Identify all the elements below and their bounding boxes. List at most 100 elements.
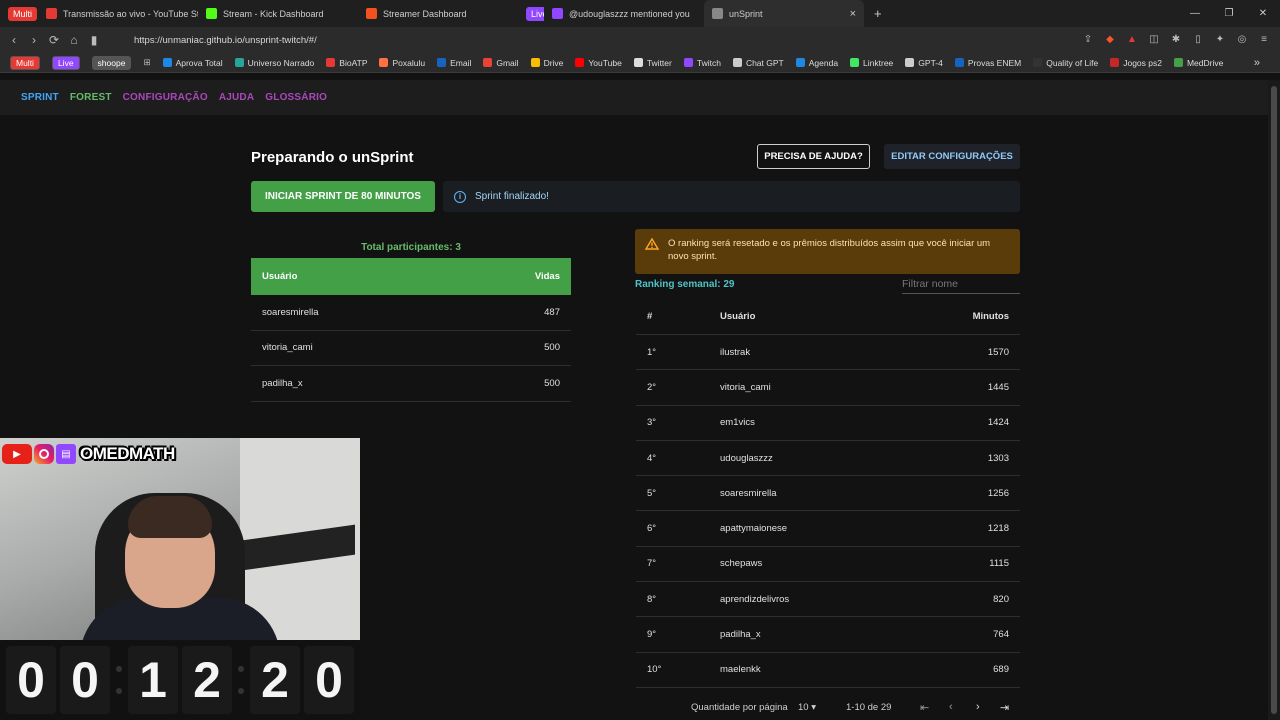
sidebar-icon[interactable]: ▯ [1190, 31, 1206, 47]
bookmark-label: Gmail [496, 57, 519, 68]
header-user[interactable]: Usuário [720, 311, 929, 322]
browser-tab-3[interactable]: Streamer Dashboard [358, 0, 518, 27]
bookmark-19[interactable]: Jogos ps2 [1104, 53, 1168, 73]
help-button[interactable]: PRECISA DE AJUDA? [757, 144, 870, 169]
minimize-icon[interactable]: — [1178, 8, 1212, 19]
brave-shield-icon[interactable]: ◆ [1102, 31, 1118, 47]
page-scrollbar[interactable] [1268, 80, 1280, 720]
bookmark-label: Email [450, 57, 472, 68]
bookmark-13[interactable]: Chat GPT [727, 53, 790, 73]
share-icon[interactable]: ⇪ [1080, 31, 1096, 47]
rank-minutes: 820 [993, 593, 1009, 605]
bookmark-label: shoope [91, 55, 132, 70]
bookmark-6[interactable]: Poxalulu [373, 53, 431, 73]
bookmark-20[interactable]: MedDrive [1168, 53, 1229, 73]
rewards-icon[interactable]: ▲ [1124, 31, 1140, 47]
participant-lives: 500 [544, 377, 560, 389]
bookmark-12[interactable]: Twitch [678, 53, 727, 73]
table-row: 9° padilha_x 764 [636, 617, 1020, 653]
bookmark-1[interactable]: Live [46, 53, 86, 73]
bookmark-18[interactable]: Quality of Life [1027, 53, 1104, 73]
browser-tab-2[interactable]: Stream - Kick Dashboard [198, 0, 358, 27]
browser-tab-1[interactable]: Transmissão ao vivo - YouTube Studio [38, 0, 198, 27]
bookmark-label: Twitch [696, 57, 721, 68]
warning-message: O ranking será resetado e os prêmios dis… [668, 238, 991, 262]
browser-tab-0[interactable]: Multi [0, 0, 38, 27]
bookmark-16[interactable]: GPT-4 [899, 53, 949, 73]
bookmark-favicon-icon [234, 58, 244, 67]
rows-per-page-select[interactable]: 10 ▾ [798, 702, 816, 713]
browser-tab-6[interactable]: unSprint × [704, 0, 864, 27]
home-icon[interactable]: ⌂ [64, 33, 84, 47]
timer-digit: 2 [182, 646, 232, 714]
bookmark-label: Jogos ps2 [1123, 57, 1162, 68]
bookmark-5[interactable]: BioATP [320, 53, 373, 73]
rank-position: 3° [647, 417, 657, 429]
menu-icon[interactable]: ≡ [1256, 31, 1272, 47]
first-page-icon[interactable]: ⇤ [920, 701, 929, 714]
bookmark-9[interactable]: Drive [525, 53, 570, 73]
prev-page-icon[interactable]: ‹ [949, 701, 953, 713]
bookmark-favicon-icon [1173, 58, 1183, 67]
nav-sprint[interactable]: SPRINT [21, 92, 59, 103]
back-icon[interactable]: ‹ [4, 33, 24, 47]
table-row: 4° udouglaszzz 1303 [636, 441, 1020, 477]
bookmark-7[interactable]: Email [431, 53, 477, 73]
url-field[interactable]: https://unmaniac.github.io/unsprint-twit… [114, 31, 1024, 49]
bookmark-label: Live [51, 55, 80, 70]
bookmark-label: GPT-4 [918, 57, 943, 68]
bookmark-label: Twitter [646, 57, 672, 68]
ranking-table: # Usuário Minutos 1° ilustrak 1570 2° vitori… [636, 298, 1020, 688]
bookmark-3[interactable]: Aprova Total [157, 53, 229, 73]
rank-user: udouglaszzz [720, 452, 773, 464]
new-tab-icon[interactable]: + [874, 6, 882, 21]
rank-user: maelenkk [720, 664, 761, 676]
close-window-icon[interactable]: ✕ [1246, 8, 1280, 19]
browser-tab-5[interactable]: @udouglaszzz mentioned you [544, 0, 704, 27]
nav-ajuda[interactable]: AJUDA [219, 92, 254, 103]
browser-tab-4[interactable]: Live [518, 0, 544, 27]
bookmark-favicon-icon [683, 58, 693, 67]
wallet-icon[interactable]: ◫ [1146, 31, 1162, 47]
bookmark-favicon-icon [483, 58, 493, 67]
bookmark-15[interactable]: Linktree [844, 53, 899, 73]
bookmark-14[interactable]: Agenda [790, 53, 844, 73]
bookmark-11[interactable]: Twitter [628, 53, 678, 73]
twitch-icon: ▤ [56, 444, 76, 464]
extensions-icon[interactable]: ✱ [1168, 31, 1184, 47]
edit-settings-button[interactable]: EDITAR CONFIGURAÇÕES [884, 144, 1020, 169]
warning-alert: O ranking será resetado e os prêmios dis… [635, 229, 1020, 274]
last-page-icon[interactable]: ⇥ [1000, 701, 1009, 714]
tab-group-label[interactable]: Multi [8, 6, 38, 21]
header-minutes[interactable]: Minutos [929, 311, 1009, 322]
rank-position: 5° [647, 487, 657, 499]
close-tab-icon[interactable]: × [850, 8, 856, 20]
bookmark-2[interactable]: shoope [86, 53, 138, 73]
bookmark-0[interactable]: Multi [4, 53, 46, 73]
apps-grid-icon[interactable]: ⊞ [137, 57, 156, 68]
vpn-icon[interactable]: ◎ [1234, 31, 1250, 47]
total-participants: Total participantes: 3 [361, 242, 461, 253]
table-row: 2° vitoria_cami 1445 [636, 370, 1020, 406]
rank-minutes: 1115 [989, 558, 1009, 570]
next-page-icon[interactable]: › [976, 701, 980, 713]
filter-name-input[interactable]: Filtrar nome [902, 276, 1020, 294]
bookmark-4[interactable]: Universo Narrado [229, 53, 321, 73]
forward-icon[interactable]: › [24, 33, 44, 47]
maximize-icon[interactable]: ❐ [1212, 8, 1246, 19]
nav-glossario[interactable]: GLOSSÁRIO [265, 92, 327, 103]
bookmark-icon[interactable]: ▮ [84, 33, 104, 47]
ranking-header: # Usuário Minutos [636, 298, 1020, 335]
tab-group-label[interactable]: Live [526, 6, 544, 21]
nav-configuracao[interactable]: CONFIGURAÇÃO [123, 92, 208, 103]
rank-minutes: 1256 [987, 487, 1009, 499]
reload-icon[interactable]: ⟳ [44, 33, 64, 47]
start-sprint-button[interactable]: INICIAR SPRINT DE 80 MINUTOS [251, 181, 435, 212]
nav-forest[interactable]: FOREST [70, 92, 112, 103]
more-bookmarks-icon[interactable]: » [1254, 57, 1260, 69]
bookmark-17[interactable]: Provas ENEM [949, 53, 1027, 73]
leo-icon[interactable]: ✦ [1212, 31, 1228, 47]
header-position[interactable]: # [647, 311, 720, 322]
bookmark-10[interactable]: YouTube [569, 53, 627, 73]
bookmark-8[interactable]: Gmail [477, 53, 524, 73]
